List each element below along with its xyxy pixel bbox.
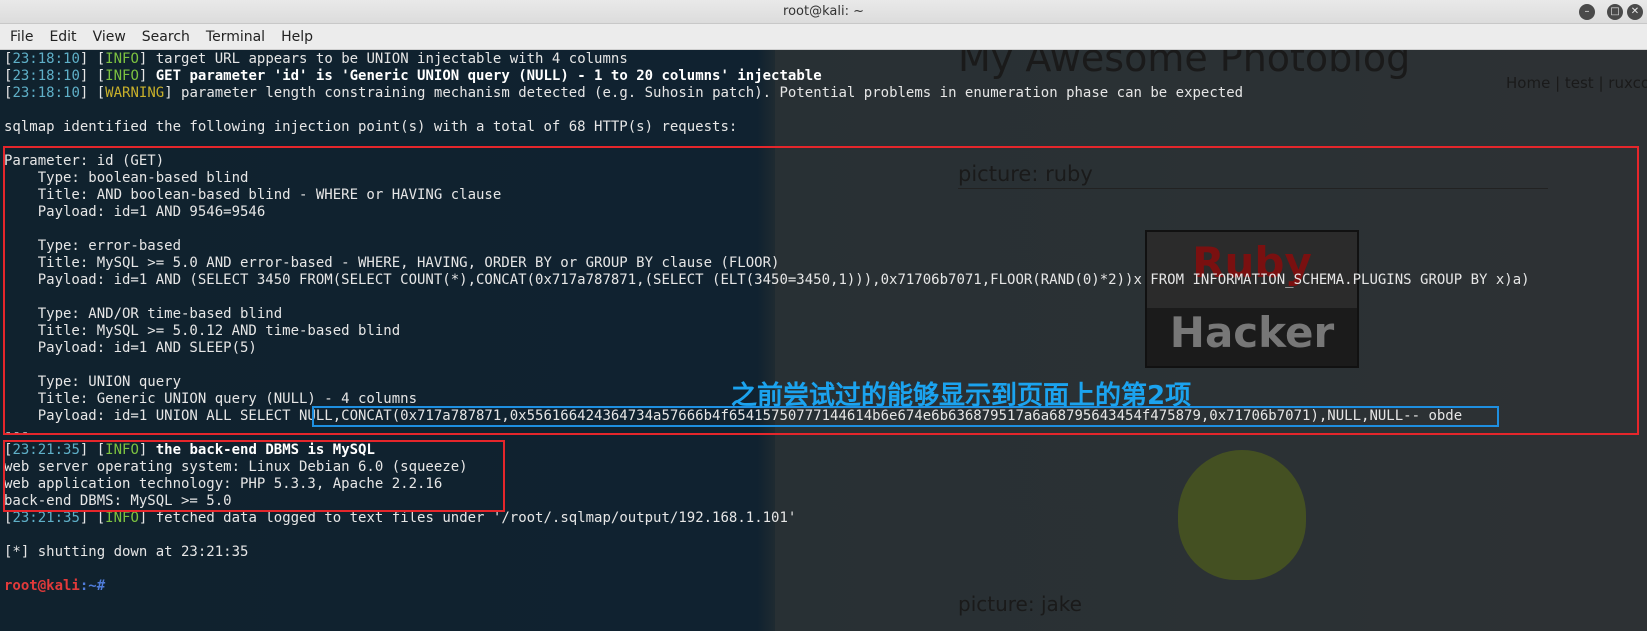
- menu-bar: File Edit View Search Terminal Help: [0, 24, 1647, 50]
- dbms-info-highlight: [3, 440, 505, 512]
- bg-page-nav: Home | test | ruxcon: [1506, 74, 1647, 92]
- menu-edit[interactable]: Edit: [49, 29, 76, 45]
- log-line: [23:18:10] [INFO] target URL appears to …: [4, 51, 628, 67]
- menu-view[interactable]: View: [93, 29, 126, 45]
- window-titlebar: root@kali: ~ – □ ✕: [0, 0, 1647, 24]
- terminal-area[interactable]: My Awesome Photoblog Home | test | ruxco…: [0, 50, 1647, 631]
- menu-help[interactable]: Help: [281, 29, 313, 45]
- annotation-text: 之前尝试过的能够显示到页面上的第2项: [731, 381, 1192, 411]
- minimize-icon[interactable]: –: [1579, 4, 1595, 20]
- window-title: root@kali: ~: [783, 4, 864, 19]
- menu-file[interactable]: File: [10, 29, 33, 45]
- maximize-icon[interactable]: □: [1607, 4, 1623, 20]
- menu-terminal[interactable]: Terminal: [206, 29, 265, 45]
- close-icon[interactable]: ✕: [1627, 4, 1643, 20]
- log-line: [23:18:10] [INFO] GET parameter 'id' is …: [4, 68, 822, 84]
- log-line: [23:18:10] [WARNING] parameter length co…: [4, 85, 1244, 101]
- identified-line: sqlmap identified the following injectio…: [4, 119, 738, 135]
- bg-page-heading: My Awesome Photoblog: [958, 50, 1411, 80]
- shell-prompt[interactable]: root@kali:~#: [4, 578, 105, 595]
- bg-picture-caption-2: picture: jake: [958, 592, 1082, 616]
- shutdown-line: [*] shutting down at 23:21:35: [4, 544, 249, 560]
- menu-search[interactable]: Search: [142, 29, 190, 45]
- log-line: [23:21:35] [INFO] fetched data logged to…: [4, 510, 797, 526]
- bg-creature-image: [1178, 450, 1306, 580]
